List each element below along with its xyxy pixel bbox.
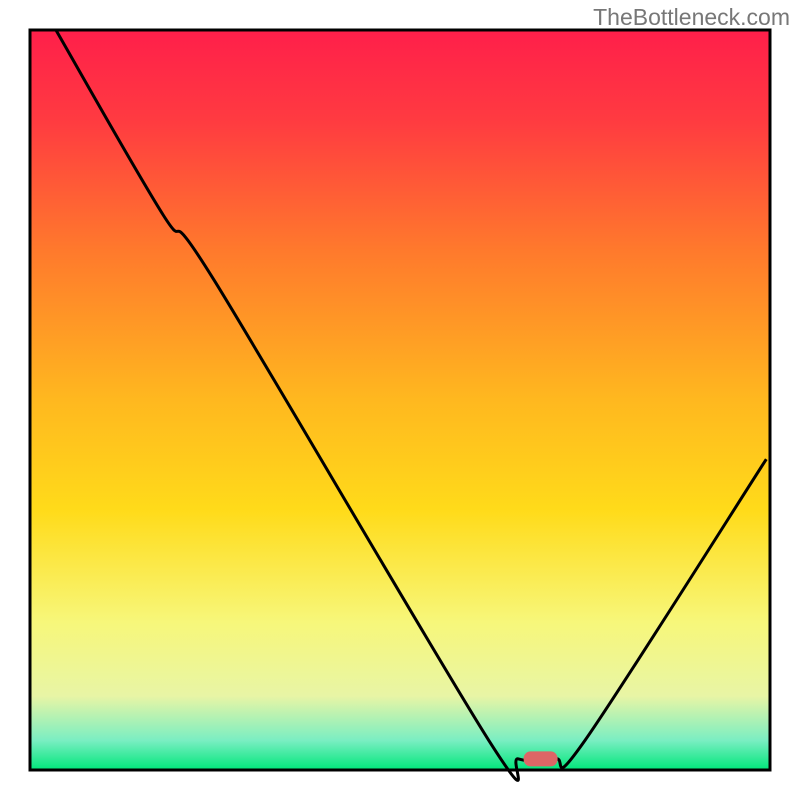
chart-svg <box>0 0 800 800</box>
watermark-text: TheBottleneck.com <box>593 4 790 31</box>
optimum-marker <box>524 751 558 766</box>
plot-background <box>30 30 770 770</box>
